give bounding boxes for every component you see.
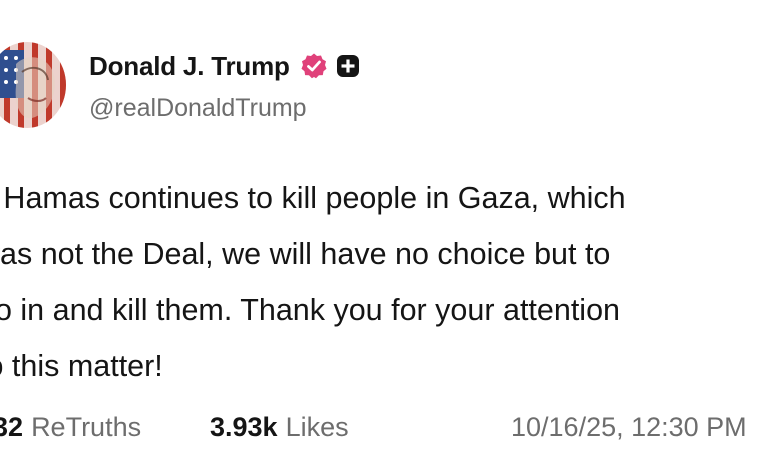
author-display-name[interactable]: Donald J. Trump <box>89 51 290 82</box>
author-handle[interactable]: @realDonaldTrump <box>89 94 307 123</box>
post-body: If Hamas continues to kill people in Gaz… <box>0 170 778 394</box>
post-body-line: was not the Deal, we will have no choice… <box>0 237 611 271</box>
verified-badge-icon <box>300 52 328 80</box>
post-card: Donald J. Trump @realDonaldTrump If Hama… <box>0 0 780 468</box>
retruths-stat[interactable]: 332 ReTruths <box>0 412 141 443</box>
post-timestamp[interactable]: 10/16/25, 12:30 PM <box>511 412 747 443</box>
avatar[interactable] <box>0 42 66 128</box>
likes-stat[interactable]: 3.93k Likes <box>210 412 349 443</box>
post-stats: 332 ReTruths 3.93k Likes 10/16/25, 12:30… <box>0 412 780 452</box>
post-body-line: go in and kill them. Thank you for your … <box>0 293 621 327</box>
retruths-count: 332 <box>0 412 24 442</box>
likes-count: 3.93k <box>210 412 278 442</box>
retruths-label: ReTruths <box>31 412 142 442</box>
likes-label: Likes <box>285 412 349 442</box>
post-body-line: If Hamas continues to kill people in Gaz… <box>0 181 626 215</box>
author-row: Donald J. Trump <box>89 48 360 84</box>
post-body-line: to this matter! <box>0 349 163 383</box>
plus-icon[interactable] <box>336 54 360 78</box>
